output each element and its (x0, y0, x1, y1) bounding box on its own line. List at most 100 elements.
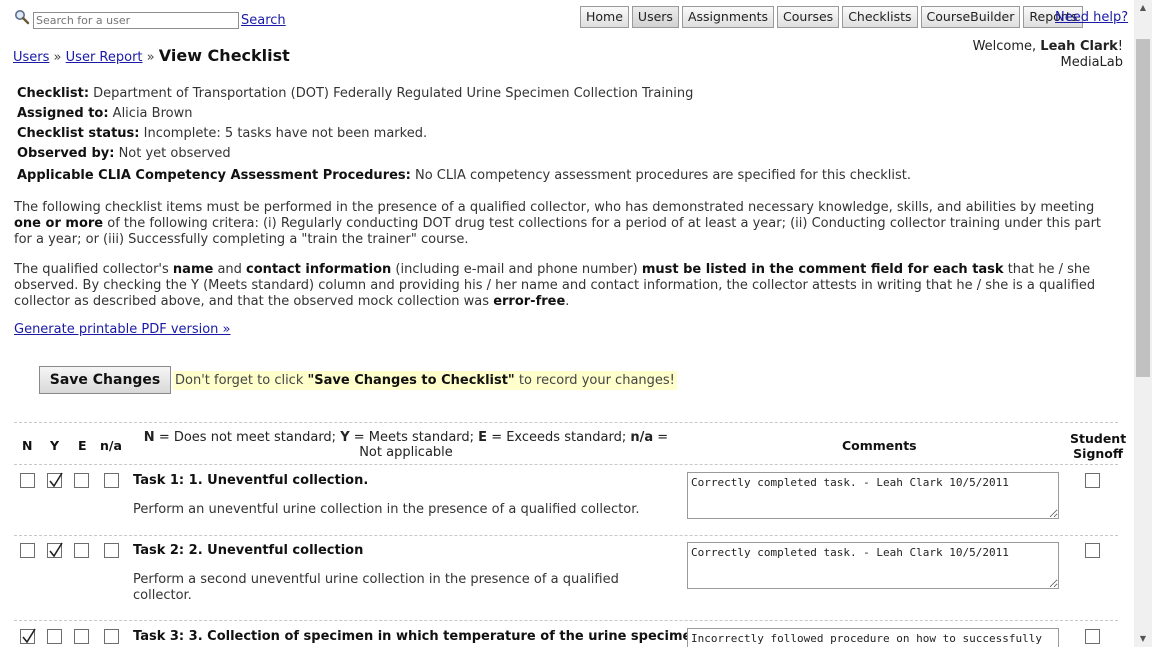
save-reminder: Don't forget to click "Save Changes to C… (173, 371, 677, 390)
nav-coursebuilder-button[interactable]: CourseBuilder (920, 6, 1021, 28)
task1-rating-na-checkbox[interactable] (104, 473, 119, 488)
observed-by: Observed by: Not yet observed (17, 146, 1117, 161)
column-header-signoff: Student Signoff (1070, 431, 1126, 461)
main-content: Search Home Users Assignments Courses Ch… (0, 0, 1134, 647)
breadcrumb-separator: » (146, 50, 155, 65)
task1-rating-e-checkbox[interactable] (74, 473, 89, 488)
task3-rating-na-checkbox[interactable] (104, 629, 119, 644)
breadcrumb-user-report-link[interactable]: User Report (66, 50, 143, 65)
checklist-value: Department of Transportation (DOT) Feder… (89, 86, 694, 101)
legend-key: E (478, 430, 488, 445)
para1-text: of the following critera: (i) Regularly … (14, 216, 1102, 247)
welcome-suffix: ! (1117, 39, 1123, 54)
search-icon (15, 10, 30, 25)
divider (14, 620, 1118, 621)
scroll-up-arrow-icon[interactable]: ▲ (1134, 0, 1152, 16)
legend-text: = Meets standard; (349, 430, 479, 445)
legend-key: N (143, 430, 155, 445)
checklist-status: Checklist status: Incomplete: 5 tasks ha… (17, 126, 1117, 141)
rating-legend: N = Does not meet standard; Y = Meets st… (136, 430, 676, 460)
task1-rating-y-checkbox[interactable] (47, 472, 63, 488)
assigned-label: Assigned to: (17, 106, 109, 121)
task2-rating-e-checkbox[interactable] (74, 543, 89, 558)
nav-users-button[interactable]: Users (631, 6, 679, 28)
welcome-message: Welcome, Leah Clark! MediaLab (973, 39, 1123, 71)
signoff-header-line: Signoff (1073, 446, 1124, 461)
help-link[interactable]: Need help? (1055, 10, 1128, 25)
observed-label: Observed by: (17, 146, 115, 161)
divider (14, 535, 1118, 536)
user-name: Leah Clark (1040, 39, 1118, 54)
para2-text: and (213, 262, 247, 277)
para2-text: The qualified collector's (14, 262, 173, 277)
column-header-n: N (22, 438, 33, 453)
task3-rating-y-checkbox[interactable] (47, 629, 62, 644)
para2-emphasis: must be listed in the comment field for … (641, 262, 1004, 277)
collector-paragraph: The qualified collector's name and conta… (14, 262, 1118, 310)
nav-assignments-button[interactable]: Assignments (681, 6, 775, 28)
search-link[interactable]: Search (241, 13, 286, 28)
task-description: Perform an uneventful urine collection i… (133, 502, 640, 517)
task1-comment-field[interactable]: Correctly completed task. - Leah Clark 1… (687, 472, 1059, 519)
column-header-e: E (78, 438, 87, 453)
generate-pdf-link[interactable]: Generate printable PDF version » (14, 322, 231, 337)
scroll-down-arrow-icon[interactable]: ▼ (1134, 631, 1152, 647)
task1-rating-n-checkbox[interactable] (20, 473, 35, 488)
column-header-y: Y (50, 438, 60, 453)
legend-text: = Exceeds standard; (487, 430, 631, 445)
task1-signoff-checkbox[interactable] (1085, 473, 1100, 488)
para2-text: (including e-mail and phone number) (391, 262, 642, 277)
observed-value: Not yet observed (114, 146, 231, 161)
checklist-label: Checklist: (17, 86, 90, 101)
vertical-scrollbar[interactable]: ▲ ▼ (1134, 0, 1152, 647)
clia-procedures: Applicable CLIA Competency Assessment Pr… (17, 168, 1117, 183)
legend-key: Y (340, 430, 350, 445)
task2-signoff-checkbox[interactable] (1085, 543, 1100, 558)
save-changes-button[interactable]: Save Changes (39, 366, 171, 394)
breadcrumb: Users » User Report » View Checklist (13, 46, 290, 65)
para1-text: The following checklist items must be pe… (14, 200, 1095, 215)
legend-key: n/a (630, 430, 654, 445)
breadcrumb-separator: » (53, 50, 62, 65)
para2-emphasis: error-free (493, 294, 566, 309)
task-title: Task 2: 2. Uneventful collection (133, 543, 364, 558)
assigned-to: Assigned to: Alicia Brown (17, 106, 1117, 121)
para2-text: . (565, 294, 570, 309)
para2-emphasis: contact information (246, 262, 392, 277)
task2-comment-field[interactable]: Correctly completed task. - Leah Clark 1… (687, 542, 1059, 589)
checkmark-icon (49, 542, 63, 558)
status-value: Incomplete: 5 tasks have not been marked… (139, 126, 428, 141)
task2-rating-y-checkbox[interactable] (47, 542, 63, 558)
status-label: Checklist status: (17, 126, 140, 141)
divider (14, 464, 1118, 465)
task3-signoff-checkbox[interactable] (1085, 629, 1100, 644)
task-title: Task 3: 3. Collection of specimen in whi… (133, 629, 718, 644)
clia-label: Applicable CLIA Competency Assessment Pr… (17, 168, 411, 183)
instructions-paragraph: The following checklist items must be pe… (14, 200, 1118, 248)
nav-home-button[interactable]: Home (580, 6, 629, 28)
search-input[interactable] (33, 12, 239, 29)
clia-value: No CLIA competency assessment procedures… (410, 168, 912, 183)
checkmark-icon (22, 628, 36, 644)
breadcrumb-users-link[interactable]: Users (13, 50, 49, 65)
column-header-comments: Comments (842, 438, 917, 453)
checklist-name: Checklist: Department of Transportation … (17, 86, 1117, 101)
nav-checklists-button[interactable]: Checklists (842, 6, 918, 28)
task3-comment-field[interactable]: Incorrectly followed procedure on how to… (687, 628, 1059, 647)
organization-name: MediaLab (1060, 55, 1123, 70)
divider (14, 422, 1118, 423)
task2-rating-n-checkbox[interactable] (20, 543, 35, 558)
save-reminder-text: Don't forget to click (175, 373, 308, 388)
signoff-header-line: Student (1070, 431, 1127, 446)
nav-courses-button[interactable]: Courses (777, 6, 840, 28)
task3-rating-n-checkbox[interactable] (20, 628, 36, 644)
legend-text: = Does not meet standard; (154, 430, 341, 445)
scrollbar-thumb[interactable] (1136, 39, 1150, 377)
page-title: View Checklist (158, 46, 290, 65)
welcome-prefix: Welcome, (972, 39, 1041, 54)
column-header-na: n/a (100, 438, 122, 453)
task-title: Task 1: 1. Uneventful collection. (133, 473, 369, 488)
task2-rating-na-checkbox[interactable] (104, 543, 119, 558)
task3-rating-e-checkbox[interactable] (74, 629, 89, 644)
para2-emphasis: name (172, 262, 214, 277)
